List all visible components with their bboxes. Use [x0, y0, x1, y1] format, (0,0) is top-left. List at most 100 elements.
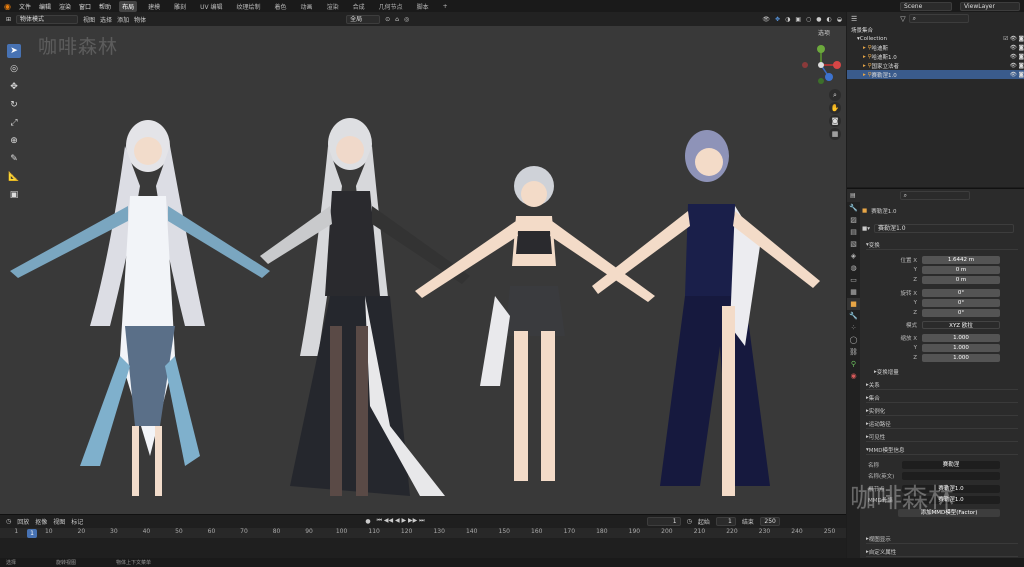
editor-type-icon[interactable]: ⊞ — [6, 16, 11, 23]
visibility-icons[interactable]: 👁 ◙ — [1010, 54, 1024, 60]
view-layer-tab-icon[interactable]: ▧ — [847, 238, 860, 250]
outliner-collection[interactable]: ▾ Collection ☑ 👁 ◙ — [847, 34, 1024, 43]
output-tab-icon[interactable]: ▤ — [847, 226, 860, 238]
texture-tab-icon[interactable]: ▦ — [847, 286, 860, 298]
tab-uv-editing[interactable]: UV 编辑 — [197, 1, 225, 12]
playhead[interactable]: 1 — [27, 529, 37, 538]
location-y-field[interactable]: 0 m — [922, 265, 1000, 274]
scale-icon[interactable]: ⤢ — [7, 116, 21, 130]
record-icon[interactable]: ● — [365, 518, 370, 525]
start-frame-field[interactable]: 1 — [715, 516, 736, 526]
overlay-icon[interactable]: ◑ — [785, 16, 790, 23]
collections-section[interactable]: ▸ 集合 — [866, 393, 1018, 403]
mode-selector[interactable]: 物体模式 — [16, 14, 79, 24]
menu-render[interactable]: 渲染 — [59, 2, 71, 11]
shading-wire-icon[interactable]: ○ — [806, 16, 811, 23]
rotation-y-field[interactable]: 0° — [922, 298, 1000, 307]
view-layer-selector[interactable]: ViewLayer — [960, 1, 1020, 11]
frame-ruler[interactable]: 1 10 20 30 40 50 60 70 80 90 100 110 120 130 140 150 160… — [0, 528, 846, 538]
add-cube-icon[interactable]: ▣ — [7, 188, 21, 202]
visibility-icon[interactable]: 👁 — [762, 16, 770, 23]
transform-orientation[interactable]: 全局 — [346, 14, 381, 24]
xray-icon[interactable]: ▣ — [795, 16, 801, 23]
properties-editor-icon[interactable]: ▤ — [850, 192, 856, 199]
pan-hand-icon[interactable]: ✋ — [829, 102, 841, 114]
menu-keying[interactable]: 抠像 — [35, 517, 47, 526]
tab-animation[interactable]: 动画 — [298, 1, 316, 12]
object-tab-icon[interactable]: ■ — [847, 298, 860, 310]
cursor-icon[interactable]: ◎ — [7, 62, 21, 76]
move-icon[interactable]: ✥ — [7, 80, 21, 94]
rotation-z-field[interactable]: 0° — [922, 308, 1000, 317]
tab-sculpting[interactable]: 雕刻 — [171, 1, 189, 12]
physics-tab-icon[interactable]: ◯ — [847, 334, 860, 346]
location-x-field[interactable]: 1.6442 m — [922, 255, 1000, 264]
rotate-icon[interactable]: ↻ — [7, 98, 21, 112]
motion-paths-section[interactable]: ▸ 运动路径 — [866, 419, 1018, 429]
world-tab-icon[interactable]: ◍ — [847, 262, 860, 274]
material-tab-icon[interactable]: ◉ — [847, 370, 860, 382]
blender-logo-icon[interactable]: ◉ — [4, 2, 11, 11]
outliner-editor-icon[interactable]: ☰ — [851, 15, 857, 23]
scale-x-field[interactable]: 1.000 — [922, 333, 1000, 342]
outliner-search-input[interactable]: ⌕ — [908, 14, 969, 23]
tab-layout[interactable]: 布局 — [119, 0, 138, 12]
outliner-item[interactable]: ▸ ⚲ 哈迪斯1.0 👁 ◙ — [847, 52, 1024, 61]
mmd-name-field[interactable]: 赛勒涅 — [902, 460, 1000, 469]
scene-tab-icon[interactable]: ◈ — [847, 250, 860, 262]
navigation-gizmo[interactable] — [799, 43, 843, 87]
select-box-icon[interactable]: ➤ — [7, 44, 21, 58]
menu-view[interactable]: 视图 — [83, 15, 95, 24]
constraints-tab-icon[interactable]: ⛓ — [847, 346, 860, 358]
tab-shading[interactable]: 着色 — [272, 1, 290, 12]
location-z-field[interactable]: 0 m — [922, 275, 1000, 284]
timeline-editor-icon[interactable]: ◷ — [6, 518, 11, 525]
scale-z-field[interactable]: 1.000 — [922, 353, 1000, 362]
scale-y-field[interactable]: 1.000 — [922, 343, 1000, 352]
gizmo-icon[interactable]: ✥ — [775, 16, 780, 23]
visibility-icons[interactable]: 👁 ◙ — [1010, 63, 1024, 69]
transform-section[interactable]: ▾ 变换 — [866, 240, 1018, 250]
menu-object[interactable]: 物体 — [134, 15, 146, 24]
tab-scripting[interactable]: 脚本 — [414, 1, 432, 12]
annotate-icon[interactable]: ✎ — [7, 152, 21, 166]
menu-help[interactable]: 帮助 — [99, 2, 111, 11]
tab-texture-paint[interactable]: 纹理绘制 — [234, 1, 264, 12]
data-tab-icon[interactable]: ⚲ — [847, 358, 860, 370]
tab-geometry-nodes[interactable]: 几何节点 — [376, 1, 406, 12]
collection-checkbox-icon[interactable]: ☑ 👁 ◙ — [1003, 36, 1024, 42]
perspective-grid-icon[interactable]: ▦ — [829, 128, 841, 140]
snap-icon[interactable]: ⌂ — [395, 16, 399, 23]
menu-edit[interactable]: 编辑 — [39, 2, 51, 11]
collection-tab-icon[interactable]: ▭ — [847, 274, 860, 286]
render-tab-icon[interactable]: ▨ — [847, 214, 860, 226]
scene-selector[interactable]: Scene — [900, 1, 952, 11]
shading-solid-icon[interactable]: ● — [816, 16, 821, 23]
shading-material-icon[interactable]: ◐ — [827, 16, 832, 23]
outliner-item[interactable]: ▸ ⚲ 国家立法者 👁 ◙ — [847, 61, 1024, 70]
tab-compositing[interactable]: 合成 — [350, 1, 368, 12]
menu-timeline-view[interactable]: 视图 — [53, 517, 65, 526]
outliner-scene-collection[interactable]: 场景集合 — [847, 25, 1024, 34]
3d-viewport[interactable]: 咖啡森林 选项 — [0, 26, 846, 514]
pivot-icon[interactable]: ⊙ — [385, 16, 390, 23]
rotation-mode-select[interactable]: XYZ 欧拉 — [922, 320, 1000, 329]
end-frame-field[interactable]: 250 — [759, 516, 780, 526]
menu-playback[interactable]: 回放 — [17, 517, 29, 526]
camera-icon[interactable]: ◙ — [829, 115, 841, 127]
viewport-display-section[interactable]: ▸ 视图显示 — [866, 534, 1018, 544]
transform-icon[interactable]: ⊕ — [7, 134, 21, 148]
menu-marker[interactable]: 标记 — [71, 517, 83, 526]
current-frame-field[interactable]: 1 — [646, 516, 681, 526]
menu-file[interactable]: 文件 — [19, 2, 31, 11]
modifier-tab-icon[interactable]: 🔧 — [847, 310, 860, 322]
filter-icon[interactable]: ▽ — [900, 15, 905, 23]
delta-transform-row[interactable]: ▸ 变换增量 — [874, 367, 1024, 376]
rotation-x-field[interactable]: 0° — [922, 288, 1000, 297]
menu-window[interactable]: 窗口 — [79, 2, 91, 11]
particles-tab-icon[interactable]: ⁘ — [847, 322, 860, 334]
tool-tab-icon[interactable]: 🔧 — [847, 202, 860, 214]
menu-select[interactable]: 选择 — [100, 15, 112, 24]
add-workspace-button[interactable]: + — [440, 2, 451, 11]
proportional-icon[interactable]: ◎ — [404, 16, 409, 23]
